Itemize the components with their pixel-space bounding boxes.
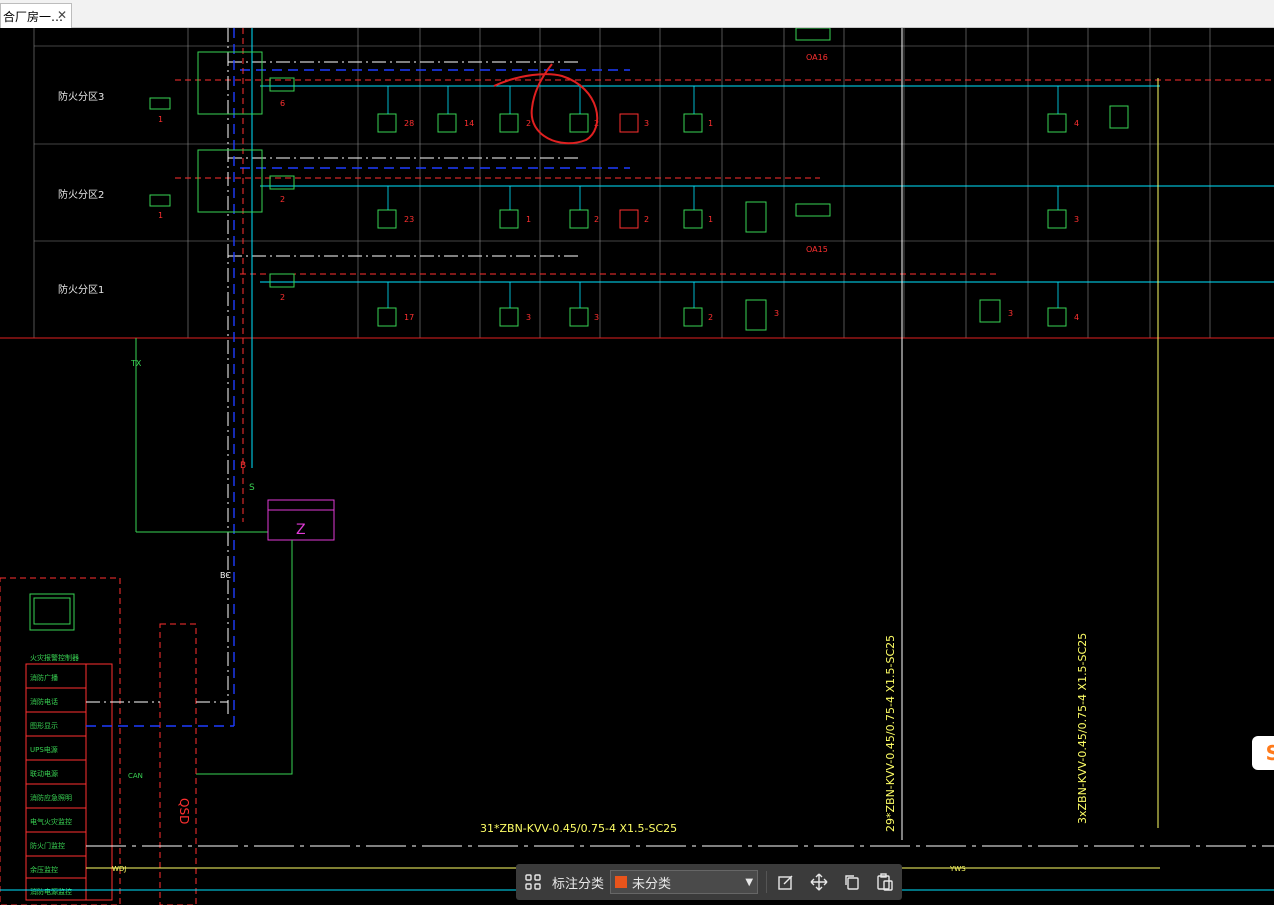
list-item: 消防广播 [30,673,58,682]
row-label-3: 防火分区3 [58,90,104,103]
category-select-value: 未分类 [632,876,672,892]
count: 1 [526,215,531,224]
wdj-label: WDJ [112,865,126,873]
monitor-icon [29,593,75,631]
can-label: CAN [128,772,143,780]
list-item: 消防电源监控 [30,887,72,896]
document-tab[interactable]: 合厂房一… ✕ [0,3,72,28]
count: 3 [1074,215,1079,224]
annotation-toolbar: 标注分类 未分类 ▼ [516,864,902,900]
cad-drawing-canvas[interactable]: 防火分区3 防火分区2 防火分区1 1 6 28 14 2 2 3 1 4 1 … [0,28,1274,905]
panel-z-label: Z [296,522,306,538]
oa-label-top: OA16 [806,53,828,62]
count: 2 [526,119,531,128]
count: 2 [280,293,285,302]
count: 2 [708,313,713,322]
row-label-1: 防火分区1 [58,283,104,296]
yws-label: YWS [949,865,966,873]
category-select[interactable]: 未分类 ▼ [610,870,759,894]
vertical-risers [135,28,1159,840]
document-tab-title[interactable]: 合厂房一… [3,8,63,25]
cable-label-bottom: 31*ZBN-KVV-0.45/0.75-4 X1.5-SC25 [480,822,677,835]
tx-label: TX [130,359,142,368]
count: 6 [280,99,285,108]
list-item: 图形显示 [30,722,58,730]
count: 1 [708,215,713,224]
count: 4 [1074,313,1079,322]
count: 3 [1008,309,1013,318]
count: 14 [464,119,474,128]
close-icon[interactable]: ✕ [57,8,67,22]
bc-label: BC [220,571,231,580]
device-counts: 1 6 28 14 2 2 3 1 4 1 2 23 1 2 2 1 3 2 1… [158,99,1079,322]
row-label-2: 防火分区2 [58,188,104,201]
count: 17 [404,313,414,322]
count: 23 [404,215,414,224]
list-item: 电气火灾监控 [30,817,72,826]
count: 1 [158,211,163,220]
oa-label-mid: OA15 [806,245,828,254]
b-label: B [240,461,246,471]
list-item: UPS电源 [30,745,58,754]
cable-label-vertical-1: 29*ZBN-KVV-0.45/0.75-4 X1.5-SC25 [884,635,897,832]
edit-icon[interactable] [775,871,797,893]
category-label: 标注分类 [552,876,605,892]
list-item: 消防应急照明 [30,793,72,802]
side-floating-badge[interactable]: S [1252,736,1274,770]
category-color-swatch [615,876,628,888]
cable-label-vertical-2: 3xZBN-KVV-0.45/0.75-4 X1.5-SC25 [1076,633,1089,824]
device-symbols [377,28,1129,331]
isolator-modules [149,77,295,288]
list-item: 余压监控 [30,865,58,874]
count: 3 [644,119,649,128]
paste-icon[interactable] [874,871,896,893]
list-item: 防火门监控 [30,841,65,850]
count: 3 [774,309,779,318]
count: 3 [594,313,599,322]
markup-circle [493,63,599,145]
qsd-label: QSD [177,798,191,824]
grid-lines [33,28,1274,338]
s-label: S [249,483,255,493]
drops [387,86,1059,308]
list-item: 消防电话 [30,697,58,706]
grid-apps-icon[interactable] [522,871,544,893]
document-tab-bar: 合厂房一… ✕ [0,0,1274,28]
list-item: 联动电源 [30,769,58,778]
count: 1 [158,115,163,124]
move-icon[interactable] [808,871,830,893]
count: 1 [708,119,713,128]
list-item: 火灾报警控制器 [30,653,79,662]
toolbar-divider [766,871,768,893]
can-bus [196,540,293,775]
chevron-down-icon: ▼ [745,876,754,888]
count: 2 [594,215,599,224]
count: 2 [280,195,285,204]
qsd-box[interactable] [159,623,197,905]
copy-icon[interactable] [841,871,863,893]
count: 4 [1074,119,1079,128]
count: 3 [526,313,531,322]
count: 2 [644,215,649,224]
bus-lines [175,61,1274,283]
side-badge-text: S [1265,741,1274,765]
count: 28 [404,119,414,128]
